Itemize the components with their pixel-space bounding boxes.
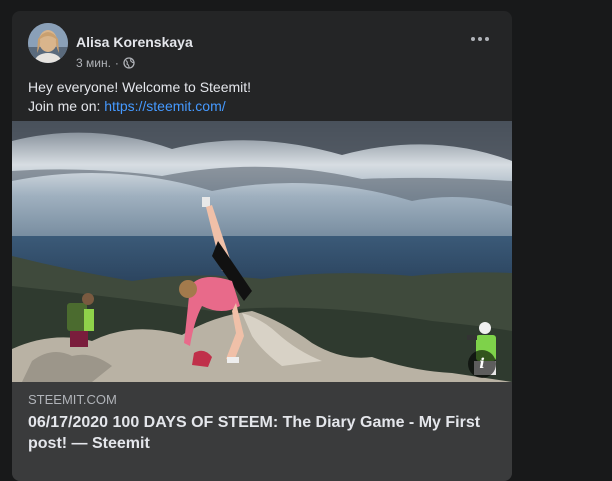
more-options-button[interactable]: [464, 29, 496, 49]
post-header: Alisa Korenskaya 3 мин. ·: [28, 23, 496, 70]
avatar[interactable]: [28, 23, 68, 63]
link-title[interactable]: 06/17/2020 100 DAYS OF STEEM: The Diary …: [28, 412, 482, 454]
post-text-line: Join me on: https://steemit.com/: [28, 97, 496, 116]
link-preview-image[interactable]: i: [12, 121, 512, 382]
link-prefix: Join me on:: [28, 98, 105, 114]
post-text-line: Hey everyone! Welcome to Steemit!: [28, 79, 252, 95]
link-domain: STEEMIT.COM: [28, 392, 117, 407]
meta-separator: ·: [114, 56, 119, 70]
dot-icon: [471, 37, 475, 41]
post-meta: 3 мин. ·: [76, 55, 135, 71]
post-card: Alisa Korenskaya 3 мин. · Hey everyone! …: [12, 11, 512, 481]
info-icon[interactable]: i: [468, 350, 496, 378]
dot-icon: [485, 37, 489, 41]
post-link[interactable]: https://steemit.com/: [104, 98, 225, 114]
mountain-photo: [12, 121, 512, 382]
link-preview[interactable]: STEEMIT.COM 06/17/2020 100 DAYS OF STEEM…: [12, 382, 512, 481]
post-text: Hey everyone! Welcome to Steemit! Join m…: [28, 78, 496, 116]
author-name[interactable]: Alisa Korenskaya: [76, 33, 193, 51]
dot-icon: [478, 37, 482, 41]
globe-icon[interactable]: [123, 57, 135, 69]
post-time[interactable]: 3 мин.: [76, 55, 111, 71]
